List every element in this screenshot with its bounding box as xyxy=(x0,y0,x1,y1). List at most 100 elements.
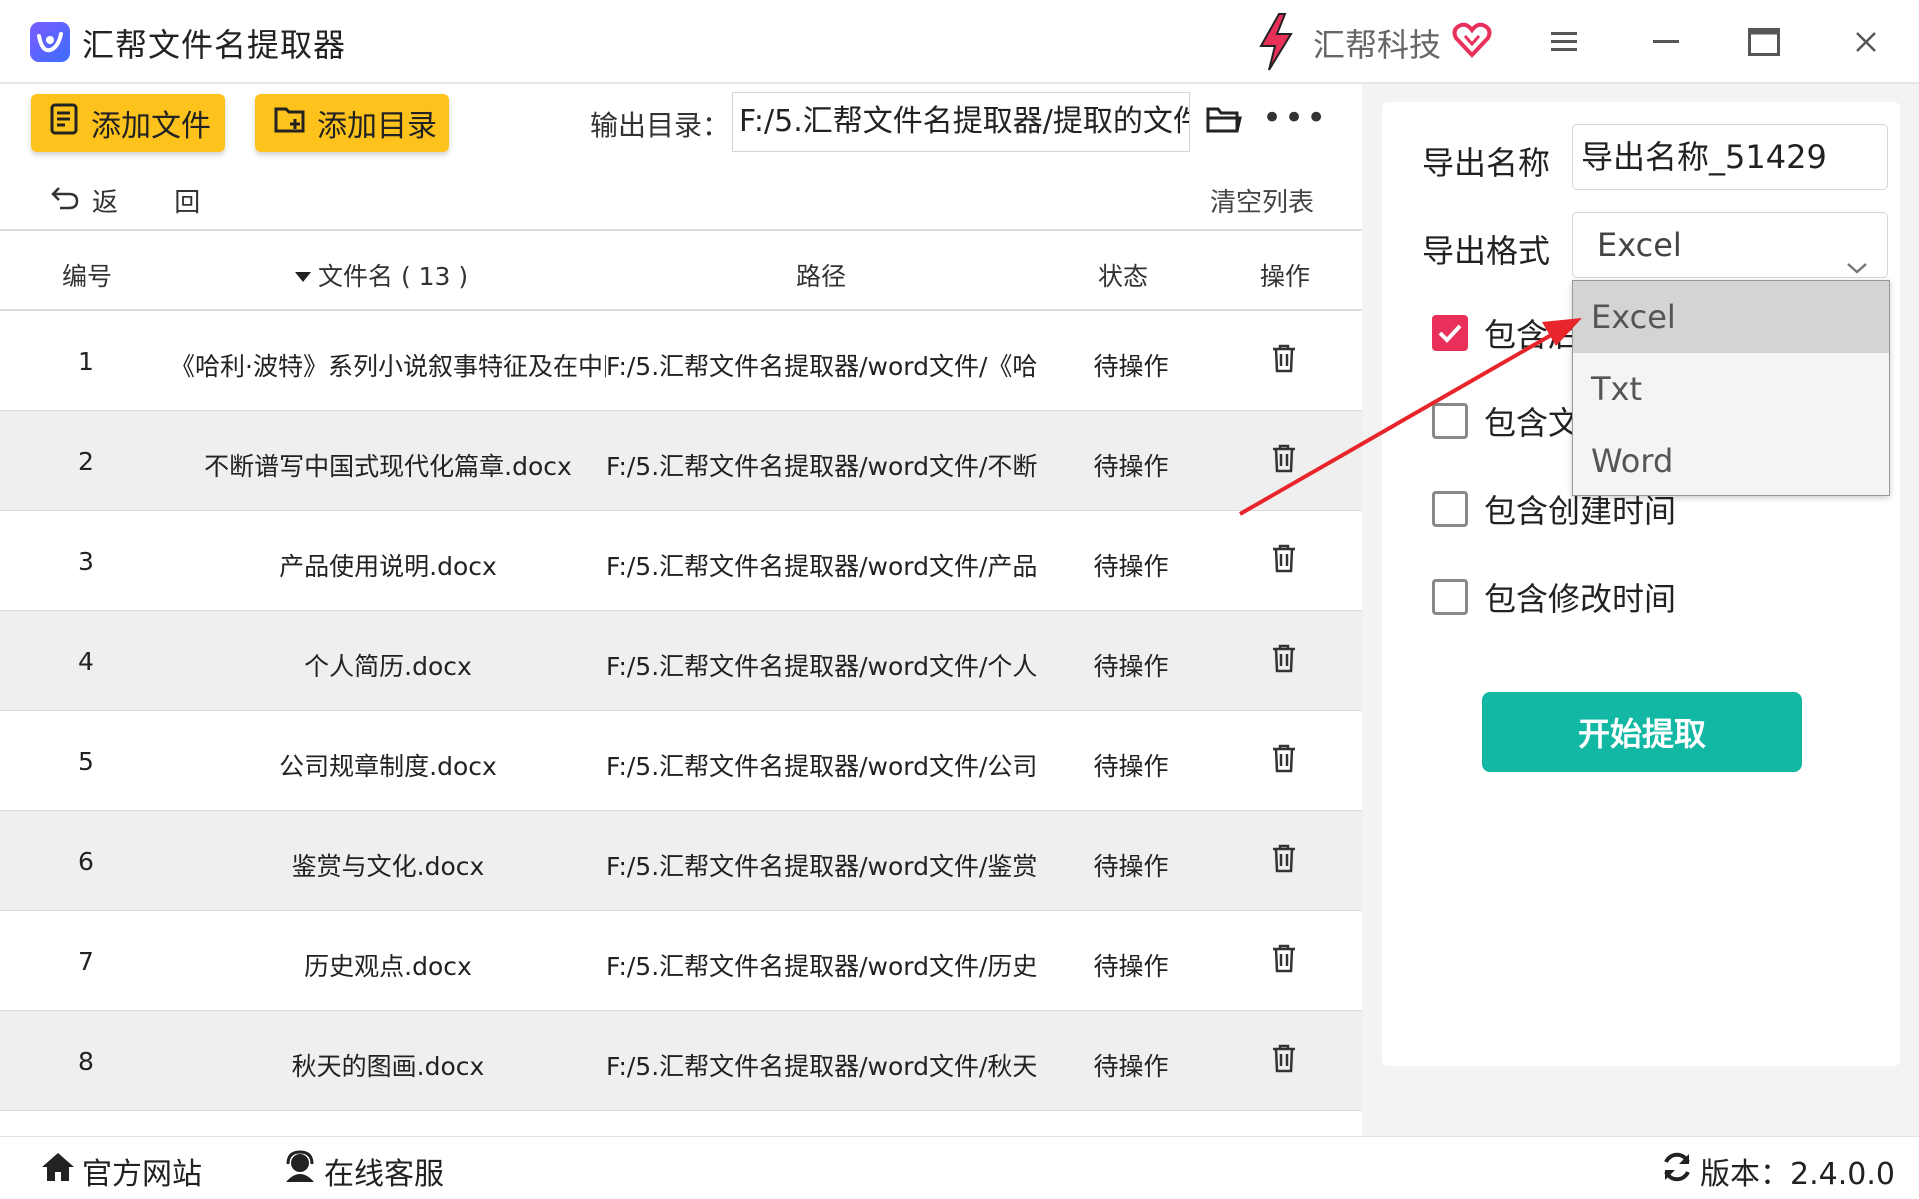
bolt-icon xyxy=(1255,12,1297,76)
row-no: 5 xyxy=(78,747,94,776)
header-name-label: 文件名 ( 13 ) xyxy=(318,262,469,291)
online-support-link[interactable]: 在线客服 xyxy=(282,1149,444,1193)
row-no: 4 xyxy=(78,647,94,676)
checkbox-box[interactable] xyxy=(1432,491,1468,527)
trash-icon[interactable] xyxy=(1270,443,1298,479)
row-path: F:/5.汇帮文件名提取器/word文件/历史观 xyxy=(606,952,1038,981)
more-icon[interactable]: ••• xyxy=(1262,101,1328,135)
table-row[interactable]: 7 历史观点.docx F:/5.汇帮文件名提取器/word文件/历史观 待操作 xyxy=(0,911,1362,1011)
row-path: F:/5.汇帮文件名提取器/word文件/秋天的 xyxy=(606,1052,1038,1081)
official-website-label: 官方网站 xyxy=(82,1157,202,1192)
maximize-icon[interactable] xyxy=(1738,18,1790,66)
format-option-txt[interactable]: Txt xyxy=(1573,353,1889,425)
app-logo-icon xyxy=(30,22,70,62)
row-status: 待操作 xyxy=(1093,752,1169,781)
title-bar: 汇帮文件名提取器 汇帮科技 xyxy=(0,0,1919,84)
row-status: 待操作 xyxy=(1093,652,1169,681)
sort-down-icon xyxy=(294,261,312,290)
export-format-select[interactable]: Excel xyxy=(1572,212,1888,278)
header-path: 路径 xyxy=(796,262,847,291)
trash-icon[interactable] xyxy=(1270,343,1298,379)
app-window: 汇帮文件名提取器 汇帮科技 添加文件 添加目录 输出目录： F:/5.汇帮文件名… xyxy=(0,0,1919,1199)
row-status: 待操作 xyxy=(1093,552,1169,581)
add-file-label: 添加文件 xyxy=(91,109,211,144)
back-button[interactable]: 返 回 xyxy=(50,182,224,219)
app-title: 汇帮文件名提取器 xyxy=(82,26,347,64)
checkbox-box[interactable] xyxy=(1432,579,1468,615)
heart-icon[interactable] xyxy=(1452,22,1492,62)
row-path: F:/5.汇帮文件名提取器/word文件/鉴赏与 xyxy=(606,852,1038,881)
trash-icon[interactable] xyxy=(1270,843,1298,879)
close-icon[interactable] xyxy=(1840,18,1892,66)
row-file-name: 不断谱写中国式现代化篇章.docx xyxy=(204,452,572,481)
check-icon[interactable] xyxy=(1432,315,1468,351)
row-status: 待操作 xyxy=(1093,852,1169,881)
row-file-name: 《哈利·波特》系列小说叙事特征及在中国的传播研究.docx xyxy=(170,352,606,381)
online-support-label: 在线客服 xyxy=(324,1157,444,1192)
table-row[interactable]: 8 秋天的图画.docx F:/5.汇帮文件名提取器/word文件/秋天的 待操作 xyxy=(0,1011,1362,1111)
row-status: 待操作 xyxy=(1093,952,1169,981)
bottom-bar: 官方网站 在线客服 版本：2.4.0.0 xyxy=(0,1136,1919,1199)
official-website-link[interactable]: 官方网站 xyxy=(40,1149,202,1193)
home-icon xyxy=(40,1151,76,1191)
clear-list-button[interactable]: 清空列表 xyxy=(1210,182,1314,219)
row-no: 3 xyxy=(78,547,94,576)
row-file-name: 历史观点.docx xyxy=(304,952,472,981)
row-no: 7 xyxy=(78,947,94,976)
format-dropdown-list: Excel Txt Word xyxy=(1572,280,1890,496)
table-row[interactable]: 5 公司规章制度.docx F:/5.汇帮文件名提取器/word文件/公司规 待操作 xyxy=(0,711,1362,811)
header-op: 操作 xyxy=(1260,262,1311,291)
row-path: F:/5.汇帮文件名提取器/word文件/个人简 xyxy=(606,652,1038,681)
header-no: 编号 xyxy=(62,262,113,291)
export-format-label: 导出格式 xyxy=(1422,232,1551,270)
row-no: 1 xyxy=(78,347,94,376)
table-row[interactable]: 6 鉴赏与文化.docx F:/5.汇帮文件名提取器/word文件/鉴赏与 待操作 xyxy=(0,811,1362,911)
version-info: 版本：2.4.0.0 xyxy=(1660,1149,1895,1193)
table-row[interactable]: 2 不断谱写中国式现代化篇章.docx F:/5.汇帮文件名提取器/word文件/不… xyxy=(0,411,1362,511)
brand-name: 汇帮科技 xyxy=(1313,26,1442,64)
checkbox-label: 包含修改时间 xyxy=(1484,580,1677,618)
table-row[interactable]: 4 个人简历.docx F:/5.汇帮文件名提取器/word文件/个人简 待操作 xyxy=(0,611,1362,711)
row-file-name: 鉴赏与文化.docx xyxy=(291,852,485,881)
header-name[interactable]: 文件名 ( 13 ) xyxy=(294,257,468,293)
table-row[interactable]: 1 《哈利·波特》系列小说叙事特征及在中国的传播研究.docxF:/5.汇帮文件名… xyxy=(0,311,1362,411)
table-header: 编号 文件名 ( 13 ) 路径 状态 操作 xyxy=(0,229,1362,311)
output-dir-label: 输出目录： xyxy=(590,109,731,142)
table-row[interactable]: 3 产品使用说明.docx F:/5.汇帮文件名提取器/word文件/产品使 待操作 xyxy=(0,511,1362,611)
refresh-icon xyxy=(1660,1150,1694,1192)
start-extract-button[interactable]: 开始提取 xyxy=(1482,692,1802,772)
add-file-button[interactable]: 添加文件 xyxy=(31,94,225,152)
folder-add-icon xyxy=(273,103,307,143)
support-icon xyxy=(282,1150,318,1192)
trash-icon[interactable] xyxy=(1270,543,1298,579)
minimize-icon[interactable] xyxy=(1640,18,1692,66)
row-status: 待操作 xyxy=(1093,352,1169,381)
trash-icon[interactable] xyxy=(1270,743,1298,779)
menu-icon[interactable] xyxy=(1538,18,1590,66)
export-name-input[interactable]: 导出名称_51429 xyxy=(1572,124,1888,190)
row-status: 待操作 xyxy=(1093,1052,1169,1081)
trash-icon[interactable] xyxy=(1270,943,1298,979)
format-option-word[interactable]: Word xyxy=(1573,425,1889,497)
row-file-name: 秋天的图画.docx xyxy=(291,1052,485,1081)
back-icon xyxy=(50,184,80,217)
export-format-value: Excel xyxy=(1597,226,1682,264)
folder-icon[interactable] xyxy=(1205,104,1243,140)
trash-icon[interactable] xyxy=(1270,643,1298,679)
checkbox-box[interactable] xyxy=(1432,403,1468,439)
format-option-excel[interactable]: Excel xyxy=(1573,281,1889,353)
row-path: F:/5.汇帮文件名提取器/word文件/产品使 xyxy=(606,552,1038,581)
row-path: F:/5.汇帮文件名提取器/word文件/不断谱 xyxy=(606,452,1038,481)
back-label: 返 回 xyxy=(92,188,225,218)
add-directory-button[interactable]: 添加目录 xyxy=(255,94,449,152)
row-no: 8 xyxy=(78,1047,94,1076)
row-status: 待操作 xyxy=(1093,452,1169,481)
table-body: 1 《哈利·波特》系列小说叙事特征及在中国的传播研究.docx F:/5.汇帮文件名… xyxy=(0,311,1362,1111)
add-directory-label: 添加目录 xyxy=(317,109,437,144)
trash-icon[interactable] xyxy=(1270,1043,1298,1079)
checkbox-include-modified[interactable]: 包含修改时间 xyxy=(1432,574,1676,620)
row-file-name: 产品使用说明.docx xyxy=(279,552,497,581)
row-file-name: 个人简历.docx xyxy=(304,652,472,681)
header-status: 状态 xyxy=(1098,262,1149,291)
output-dir-input[interactable]: F:/5.汇帮文件名提取器/提取的文件名 xyxy=(732,92,1190,152)
